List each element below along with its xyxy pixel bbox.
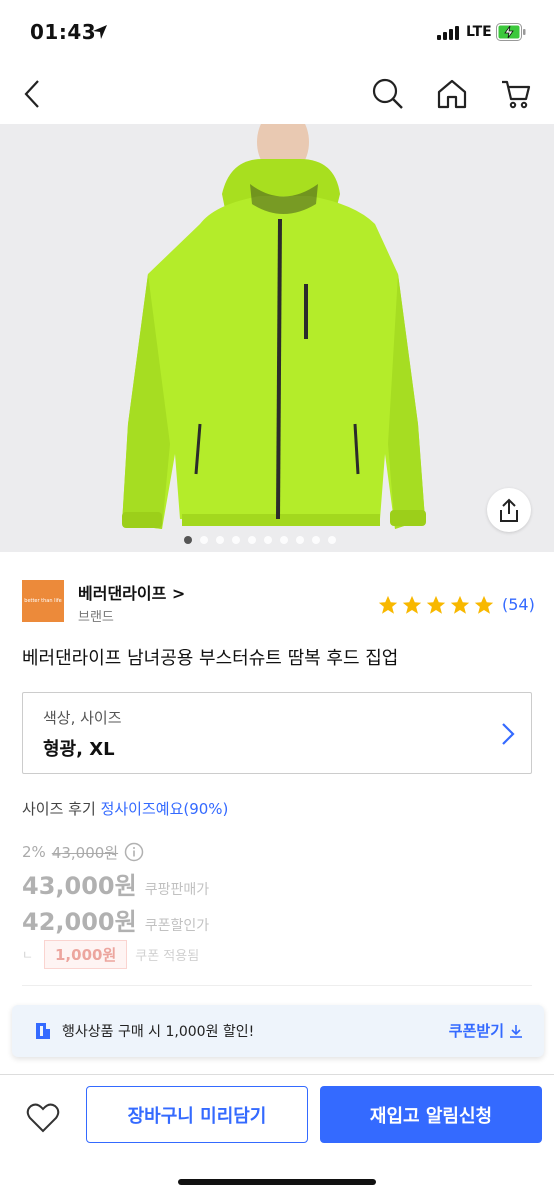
carousel-dot[interactable] bbox=[264, 536, 272, 544]
chevron-right-icon bbox=[502, 723, 515, 745]
heart-icon bbox=[26, 1103, 60, 1133]
option-value: 형광, XL bbox=[43, 739, 115, 760]
brand-sub-label: 브랜드 bbox=[78, 610, 114, 625]
promo-text: 행사상품 구매 시 1,000원 할인! bbox=[62, 1024, 255, 1040]
bottom-action-bar: 장바구니 미리담기 재입고 알림신청 bbox=[0, 1074, 554, 1200]
discount-row: 2% 43,000원 bbox=[22, 838, 542, 866]
get-coupon-link[interactable]: 쿠폰받기 bbox=[449, 1020, 524, 1041]
promo-bar[interactable]: 행사상품 구매 시 1,000원 할인! 쿠폰받기 bbox=[12, 1005, 544, 1057]
network-label: LTE bbox=[466, 24, 492, 40]
carousel-dot[interactable] bbox=[248, 536, 256, 544]
search-button[interactable] bbox=[368, 74, 408, 114]
carousel-dot[interactable] bbox=[280, 536, 288, 544]
sale-price-row: 43,000원 쿠팡판매가 bbox=[22, 866, 542, 902]
status-bar: 01:43 LTE bbox=[0, 0, 554, 64]
star-icon bbox=[426, 595, 446, 614]
status-time: 01:43 bbox=[30, 20, 97, 44]
carousel-dot[interactable] bbox=[328, 536, 336, 544]
coupon-applied-label: 쿠폰 적용됨 bbox=[135, 948, 200, 964]
coupon-price-row: 42,000원 쿠폰할인가 bbox=[22, 902, 542, 938]
brand-name-link[interactable]: 베러댄라이프 > bbox=[78, 580, 185, 604]
star-icon bbox=[474, 595, 494, 614]
share-button[interactable] bbox=[487, 488, 531, 532]
wishlist-button[interactable] bbox=[22, 1097, 64, 1139]
product-image-carousel[interactable] bbox=[0, 124, 554, 552]
coupon-badge-icon bbox=[36, 1023, 50, 1039]
coupon-price-label: 쿠폰할인가 bbox=[144, 918, 210, 934]
brand-row: better than life 베러댄라이프 > 브랜드 (54) bbox=[22, 576, 542, 626]
size-review-label: 사이즈 후기 bbox=[22, 800, 96, 818]
brand-logo[interactable]: better than life bbox=[22, 580, 64, 622]
star-icon bbox=[402, 595, 422, 614]
size-review[interactable]: 사이즈 후기 정사이즈예요(90%) bbox=[22, 798, 228, 819]
carousel-dot[interactable] bbox=[216, 536, 224, 544]
carousel-dot[interactable] bbox=[232, 536, 240, 544]
signal-icon bbox=[437, 26, 459, 40]
get-coupon-label: 쿠폰받기 bbox=[448, 1022, 504, 1040]
product-title: 베러댄라이프 남녀공용 부스터슈트 땀복 후드 집업 bbox=[22, 648, 399, 669]
carousel-dot[interactable] bbox=[184, 536, 192, 544]
location-arrow-icon bbox=[93, 25, 107, 39]
star-icon bbox=[378, 595, 398, 614]
original-price: 43,000원 bbox=[51, 843, 119, 862]
star-icon bbox=[450, 595, 470, 614]
share-icon bbox=[500, 498, 518, 522]
cart-icon bbox=[502, 80, 531, 109]
review-count-link[interactable]: (54) bbox=[502, 595, 535, 614]
download-icon bbox=[510, 1024, 522, 1038]
coupon-price: 42,000원 bbox=[22, 908, 137, 936]
discount-rate: 2% bbox=[22, 843, 46, 861]
carousel-dot[interactable] bbox=[296, 536, 304, 544]
restock-notify-button[interactable]: 재입고 알림신청 bbox=[320, 1086, 542, 1143]
cart-button[interactable] bbox=[496, 74, 536, 114]
size-review-value: 정사이즈예요(90%) bbox=[100, 800, 229, 818]
nav-bar bbox=[0, 64, 554, 124]
home-button[interactable] bbox=[432, 74, 472, 114]
info-icon[interactable] bbox=[124, 842, 144, 862]
add-to-cart-button[interactable]: 장바구니 미리담기 bbox=[86, 1086, 308, 1143]
battery-charging-icon bbox=[496, 23, 526, 41]
option-selector[interactable]: 색상, 사이즈 형광, XL bbox=[22, 692, 532, 774]
price-section: 2% 43,000원 43,000원 쿠팡판매가 42,000원 쿠폰할인가 ㄴ… bbox=[22, 838, 542, 970]
carousel-dots bbox=[184, 536, 374, 550]
corner-mark: ㄴ bbox=[22, 947, 34, 962]
coupon-row: ㄴ 1,000원 쿠폰 적용됨 bbox=[22, 938, 542, 970]
carousel-dot[interactable] bbox=[200, 536, 208, 544]
sale-price: 43,000원 bbox=[22, 872, 137, 900]
divider bbox=[22, 985, 532, 986]
coupon-chip: 1,000원 bbox=[44, 939, 128, 969]
back-button[interactable] bbox=[12, 74, 52, 114]
carousel-dot[interactable] bbox=[312, 536, 320, 544]
home-indicator bbox=[178, 1179, 376, 1185]
back-icon bbox=[24, 80, 39, 108]
option-label: 색상, 사이즈 bbox=[43, 709, 122, 727]
product-photo bbox=[0, 124, 554, 552]
home-icon bbox=[437, 79, 467, 109]
rating-stars[interactable] bbox=[377, 594, 495, 616]
sale-price-label: 쿠팡판매가 bbox=[144, 882, 210, 898]
search-icon bbox=[372, 78, 403, 109]
